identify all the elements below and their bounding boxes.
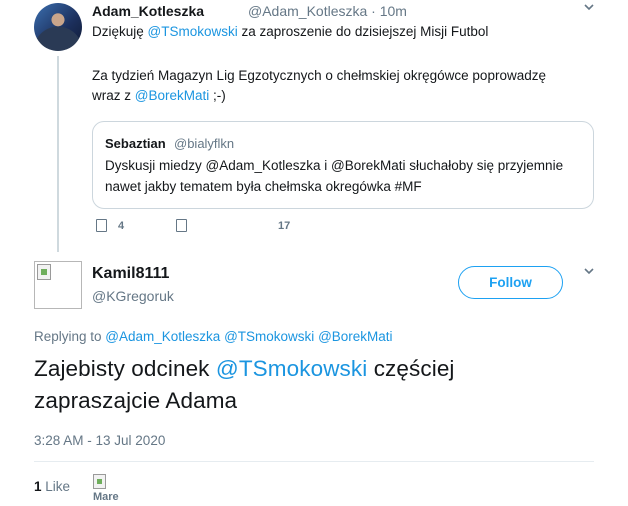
replying-mention-adam-kotleszka[interactable]: @Adam_Kotleszka bbox=[105, 329, 220, 344]
replying-to-prefix: Replying to bbox=[34, 329, 106, 344]
likes-label: Like bbox=[45, 479, 71, 494]
parent-text-prefix: Dziękuję bbox=[92, 24, 148, 39]
tweet-timestamp[interactable]: 3:28 AM - 13 Jul 2020 bbox=[34, 433, 165, 448]
parent-author-name[interactable]: Adam_Kotleszka bbox=[92, 3, 204, 19]
quoted-tweet-card[interactable]: Sebaztian @bialyflkn Dyskusji miedzy @Ad… bbox=[92, 121, 594, 209]
parent-author-handle: @Adam_Kotleszka bbox=[248, 3, 368, 19]
follow-button[interactable]: Follow bbox=[458, 266, 563, 299]
parent-text-line3-prefix: wraz z bbox=[92, 88, 135, 103]
tweet-mention-tsmokowski[interactable]: @TSmokowski bbox=[216, 356, 367, 381]
liker-avatar[interactable]: Mare bbox=[93, 474, 125, 506]
parent-text-suffix: za zaproszenie do dzisiejszej Misji Futb… bbox=[237, 24, 489, 39]
divider bbox=[34, 461, 594, 462]
mention-tsmokowski[interactable]: @TSmokowski bbox=[148, 24, 238, 39]
quoted-text-line-1: Dyskusji miedzy @Adam_Kotleszka i @Borek… bbox=[105, 158, 564, 173]
chevron-down-icon[interactable] bbox=[582, 264, 596, 278]
thread-connector-line bbox=[57, 56, 59, 252]
tweet-text-line-2: zapraszajcie Adama bbox=[34, 388, 238, 413]
quoted-text-line-2: nawet jakby tematem była chełmska okregó… bbox=[105, 179, 422, 194]
parent-author-handle-and-time[interactable]: @Adam_Kotleszka · 10m bbox=[248, 3, 407, 19]
replying-mention-borekmati[interactable]: @BorekMati bbox=[318, 329, 392, 344]
broken-image-icon bbox=[93, 474, 106, 489]
avatar-adam-kotleszka[interactable] bbox=[34, 3, 82, 51]
replying-to-line: Replying to @Adam_Kotleszka @TSmokowski … bbox=[34, 329, 393, 344]
retweet-icon[interactable] bbox=[176, 219, 187, 232]
like-count: 17 bbox=[278, 220, 291, 232]
tweet-author-handle[interactable]: @KGregoruk bbox=[92, 288, 174, 304]
tweet-text-suffix: częściej bbox=[367, 356, 455, 381]
reply-icon[interactable] bbox=[96, 219, 107, 232]
liker-alt-text: Mare bbox=[93, 491, 119, 503]
parent-time: · 10m bbox=[371, 3, 407, 19]
likes-summary[interactable]: 1 Like bbox=[34, 479, 70, 494]
tweet-author-name[interactable]: Kamil8111 bbox=[92, 265, 169, 283]
broken-image-icon bbox=[37, 264, 51, 280]
tweet-text-line-1: Zajebisty odcinek @TSmokowski częściej bbox=[34, 356, 455, 382]
parent-text-line-2: Za tydzień Magazyn Lig Egzotycznych o ch… bbox=[92, 68, 546, 83]
mention-borekmati[interactable]: @BorekMati bbox=[135, 88, 209, 103]
parent-text-line-1: Dziękuję @TSmokowski za zaproszenie do d… bbox=[92, 23, 488, 41]
quoted-author-handle: @bialyflkn bbox=[174, 136, 235, 151]
replying-mention-tsmokowski[interactable]: @TSmokowski bbox=[224, 329, 314, 344]
parent-text-line3-suffix: ;-) bbox=[209, 88, 226, 103]
tweet-text-prefix: Zajebisty odcinek bbox=[34, 356, 216, 381]
avatar-kamil8111[interactable] bbox=[34, 261, 82, 309]
reply-count: 4 bbox=[118, 220, 125, 232]
parent-text-line-3: wraz z @BorekMati ;-) bbox=[92, 87, 226, 105]
likes-count: 1 bbox=[34, 479, 42, 494]
chevron-down-icon[interactable] bbox=[582, 0, 596, 14]
quoted-author-name: Sebaztian bbox=[105, 136, 166, 151]
